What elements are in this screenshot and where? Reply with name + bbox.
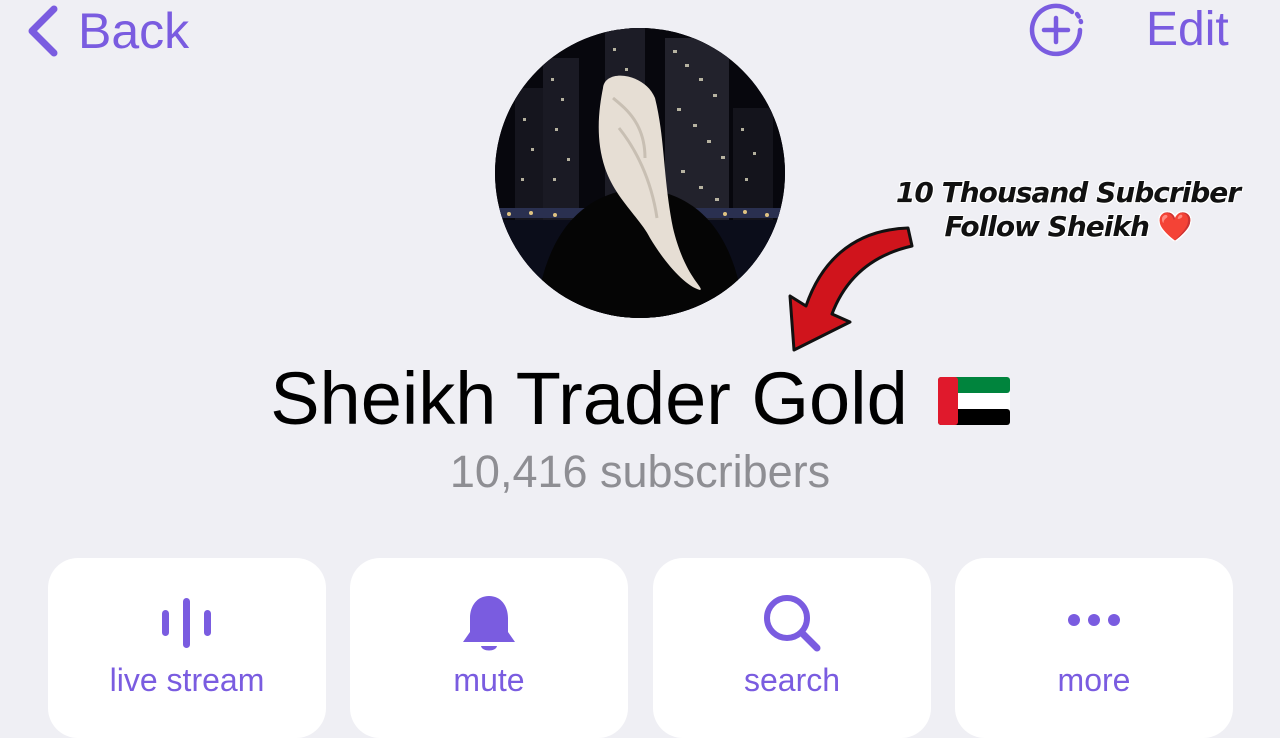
mute-label: mute (453, 662, 525, 698)
edit-button[interactable]: Edit (1146, 2, 1229, 57)
channel-name: Sheikh Trader Gold (270, 357, 908, 440)
more-dots-icon (1068, 614, 1120, 626)
back-label: Back (78, 3, 190, 59)
uae-flag-icon (937, 376, 1010, 425)
more-label: more (1057, 662, 1131, 698)
search-icon (764, 595, 821, 652)
live-stream-button[interactable]: live stream (48, 558, 326, 738)
subscriber-count: 10,416 subscribers (449, 446, 831, 497)
bell-icon (463, 596, 515, 651)
live-stream-label: live stream (109, 662, 265, 698)
back-button[interactable]: Back (22, 2, 189, 60)
add-circle-icon[interactable] (1028, 2, 1088, 58)
live-stream-icon (162, 598, 211, 648)
more-button[interactable]: more (955, 558, 1233, 738)
search-button[interactable]: search (653, 558, 931, 738)
mute-button[interactable]: mute (350, 558, 628, 738)
search-label: search (743, 662, 841, 698)
channel-title: Sheikh Trader Gold (0, 356, 1280, 441)
annotation-line-2: Follow Sheikh ❤️ (944, 210, 1193, 243)
action-buttons: live stream mute search more (48, 558, 1233, 738)
heart-icon: ❤️ (1157, 210, 1193, 243)
annotation-line-1: 10 Thousand Subcriber (895, 176, 1241, 209)
chevron-left-icon (28, 5, 58, 57)
annotation-text: 10 Thousand Subcriber Follow Sheikh ❤️ (868, 176, 1268, 244)
